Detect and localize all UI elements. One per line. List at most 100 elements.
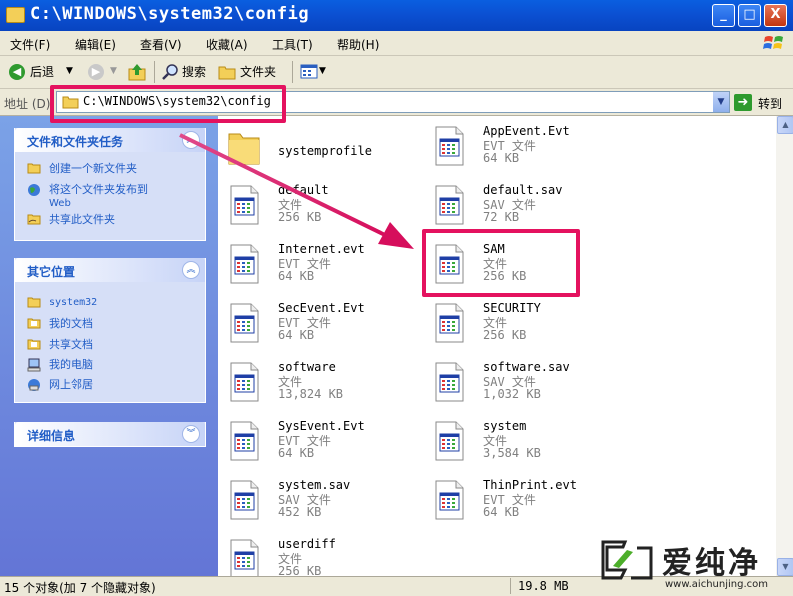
folder-icon	[27, 297, 41, 308]
network-icon	[28, 379, 40, 391]
address-highlight-box	[50, 85, 286, 123]
expand-chevron-icon[interactable]: ︾	[182, 425, 200, 443]
sam-highlight-box	[422, 229, 580, 297]
views-dropdown-icon[interactable]: ▼	[319, 66, 326, 76]
new-folder-icon	[27, 163, 41, 174]
file-item[interactable]: Internet.evt EVT 文件 64 KB	[228, 242, 428, 296]
file-item[interactable]: userdiff 文件 256 KB	[228, 537, 428, 576]
tasks-panel: 文件和文件夹任务 ︽ 创建一个新文件夹 将这个文件夹发布到 Web 共享此文件夹	[14, 128, 206, 241]
search-icon[interactable]	[162, 63, 180, 81]
back-arrow-icon[interactable]: ◀	[9, 64, 25, 80]
status-divider	[510, 578, 511, 594]
status-object-count: 15 个对象(加 7 个隐藏对象)	[4, 581, 156, 595]
minimize-button[interactable]: _	[712, 4, 735, 27]
file-name: system.sav	[278, 478, 351, 492]
task-new-folder-label: 创建一个新文件夹	[49, 162, 137, 175]
up-folder-icon[interactable]	[128, 63, 146, 81]
file-icon	[230, 185, 259, 225]
toolbar-divider	[292, 61, 293, 83]
file-icon	[435, 421, 464, 461]
place-system32-label: system32	[49, 297, 98, 308]
other-places-header[interactable]: 其它位置 ︽	[15, 258, 205, 282]
file-size: 256 KB	[278, 564, 322, 576]
file-name: software	[278, 360, 336, 374]
status-total-size: 19.8 MB	[518, 579, 569, 593]
share-folder-icon	[27, 214, 41, 225]
my-computer-icon	[27, 358, 41, 372]
folders-button[interactable]: 文件夹	[240, 63, 276, 80]
file-list: systemprofile AppEvent.Evt EVT 文件 64 KB defa…	[218, 116, 776, 576]
menu-file[interactable]: 文件(F)	[10, 36, 50, 53]
forward-dropdown-icon[interactable]: ▼	[110, 66, 117, 76]
file-item[interactable]: SecEvent.Evt EVT 文件 64 KB	[228, 301, 428, 355]
place-my-documents-label: 我的文档	[49, 317, 93, 330]
address-label: 地址 (D)	[4, 97, 51, 111]
menu-tools[interactable]: 工具(T)	[272, 36, 313, 53]
task-pane: 文件和文件夹任务 ︽ 创建一个新文件夹 将这个文件夹发布到 Web 共享此文件夹…	[0, 116, 218, 576]
file-name: Internet.evt	[278, 242, 365, 256]
file-icon	[435, 480, 464, 520]
tasks-panel-title: 文件和文件夹任务	[27, 135, 124, 149]
file-size: 64 KB	[278, 269, 315, 283]
details-panel: 详细信息 ︾	[14, 422, 206, 447]
watermark-url: www.aichunjing.com	[665, 579, 768, 590]
back-button[interactable]: 后退	[30, 63, 54, 80]
forward-arrow-icon[interactable]: ▶	[88, 64, 104, 80]
toolbar-divider	[154, 61, 155, 83]
my-documents-icon	[27, 318, 41, 329]
file-name: software.sav	[483, 360, 570, 374]
place-network-label: 网上邻居	[49, 378, 93, 391]
other-places-panel: 其它位置 ︽ system32 我的文档 共享文档 我的电脑 网上邻居	[14, 258, 206, 403]
file-item[interactable]: system.sav SAV 文件 452 KB	[228, 478, 428, 532]
tasks-panel-header[interactable]: 文件和文件夹任务 ︽	[15, 128, 205, 152]
file-icon	[230, 480, 259, 520]
file-name: default.sav	[483, 183, 563, 197]
file-icon	[435, 126, 464, 166]
file-name: SECURITY	[483, 301, 541, 315]
menu-favorites[interactable]: 收藏(A)	[206, 36, 248, 53]
windows-logo-icon	[763, 36, 783, 49]
file-name: SysEvent.Evt	[278, 419, 365, 433]
file-name: system	[483, 419, 527, 433]
shared-documents-icon	[27, 339, 41, 350]
search-button[interactable]: 搜索	[182, 63, 206, 80]
file-item[interactable]: software 文件 13,824 KB	[228, 360, 428, 414]
go-arrow-icon[interactable]: ➜	[734, 94, 752, 111]
file-size: 452 KB	[278, 505, 322, 519]
vertical-scrollbar[interactable]: ▲ ▼	[776, 116, 793, 576]
file-size: 256 KB	[483, 328, 527, 342]
task-publish-web-label-2: Web	[49, 198, 71, 209]
close-button[interactable]: X	[764, 4, 787, 27]
task-share-folder-label: 共享此文件夹	[49, 213, 115, 226]
scroll-up-icon[interactable]: ▲	[777, 116, 793, 134]
folders-icon[interactable]	[218, 64, 236, 80]
file-item[interactable]: systemprofile	[228, 124, 428, 178]
file-name: default	[278, 183, 329, 197]
back-dropdown-icon[interactable]: ▼	[66, 66, 73, 76]
address-dropdown-icon[interactable]: ▼	[713, 92, 729, 112]
globe-icon	[28, 184, 40, 196]
brand-logo-icon	[601, 540, 653, 580]
file-item[interactable]: AppEvent.Evt EVT 文件 64 KB	[433, 124, 633, 178]
title-bar[interactable]: C:\WINDOWS\system32\config _ □ X	[0, 0, 793, 31]
menu-view[interactable]: 查看(V)	[140, 36, 182, 53]
go-button[interactable]: 转到	[758, 95, 782, 112]
menu-help[interactable]: 帮助(H)	[337, 36, 379, 53]
file-icon	[435, 362, 464, 402]
file-item[interactable]: ThinPrint.evt EVT 文件 64 KB	[433, 478, 633, 532]
views-icon[interactable]	[300, 64, 318, 79]
file-item[interactable]: SECURITY 文件 256 KB	[433, 301, 633, 355]
file-item[interactable]: software.sav SAV 文件 1,032 KB	[433, 360, 633, 414]
collapse-chevron-icon[interactable]: ︽	[182, 131, 200, 149]
collapse-chevron-icon[interactable]: ︽	[182, 261, 200, 279]
maximize-button[interactable]: □	[738, 4, 761, 27]
file-item[interactable]: default 文件 256 KB	[228, 183, 428, 237]
file-size: 64 KB	[483, 151, 520, 165]
details-header[interactable]: 详细信息 ︾	[15, 422, 205, 446]
menu-edit[interactable]: 编辑(E)	[75, 36, 116, 53]
file-item[interactable]: system 文件 3,584 KB	[433, 419, 633, 473]
file-size: 1,032 KB	[483, 387, 541, 401]
window-title: C:\WINDOWS\system32\config	[30, 4, 310, 24]
folder-icon	[228, 133, 260, 165]
file-item[interactable]: SysEvent.Evt EVT 文件 64 KB	[228, 419, 428, 473]
